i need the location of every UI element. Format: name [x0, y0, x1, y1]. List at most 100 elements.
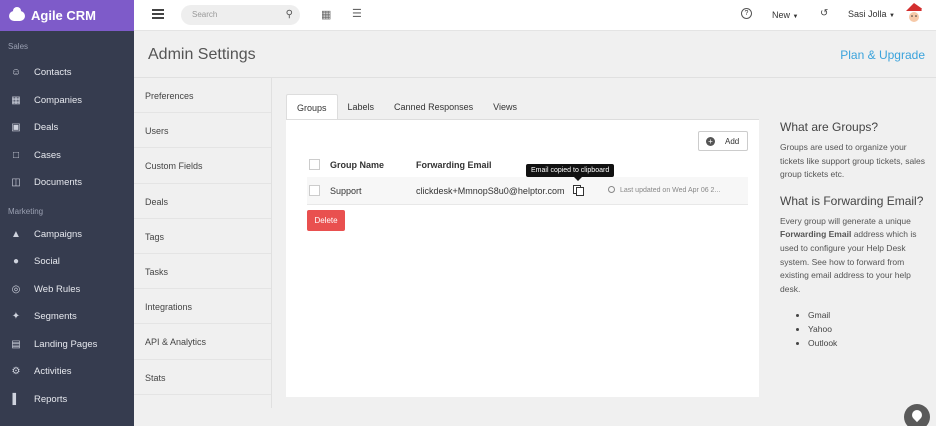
- settings-nav-api-analytics[interactable]: API & Analytics: [134, 324, 271, 360]
- add-group-button[interactable]: + Add: [698, 131, 748, 151]
- brand-logo[interactable]: Agile CRM: [0, 0, 134, 31]
- caret-down-icon: ▼: [889, 13, 895, 19]
- divider: [307, 204, 748, 205]
- sidebar-item-label: Cases: [34, 149, 61, 161]
- calendar-icon[interactable]: ▦: [321, 8, 331, 21]
- new-menu-button[interactable]: New ▼: [772, 10, 798, 20]
- user-icon: ☺: [10, 67, 22, 79]
- help-groups-title: What are Groups?: [780, 120, 879, 134]
- sitemap-icon: ▲: [11, 228, 21, 240]
- cloud-icon: [9, 6, 25, 21]
- menu-toggle-icon[interactable]: [152, 9, 164, 19]
- clock-icon: [608, 186, 615, 193]
- top-bar: Search ⚲ ▦ ☰ ? New ▼ ↺ Sasi Jolla ▼: [134, 0, 936, 31]
- settings-nav-custom-fields[interactable]: Custom Fields: [134, 148, 271, 184]
- row-checkbox[interactable]: [309, 185, 320, 196]
- select-all-checkbox[interactable]: [309, 159, 320, 170]
- sidebar-item-label: Deals: [34, 122, 59, 134]
- sidebar-item-label: Web Rules: [34, 283, 81, 295]
- help-forwarding-title: What is Forwarding Email?: [780, 193, 924, 208]
- help-panel: What are Groups? Groups are used to orga…: [780, 120, 930, 350]
- sidebar-item-label: Companies: [34, 94, 83, 106]
- column-header-forwarding-email: Forwarding Email: [416, 160, 492, 170]
- money-icon: ▣: [11, 122, 21, 134]
- copy-icon[interactable]: [573, 185, 584, 196]
- plus-icon: +: [706, 136, 715, 146]
- add-button-label: Add: [725, 136, 740, 146]
- tab-views[interactable]: Views: [483, 94, 527, 120]
- list-item: Yahoo: [808, 322, 930, 336]
- sidebar-item-label: Documents: [34, 177, 83, 189]
- sidebar-section-sales: Sales: [8, 42, 29, 51]
- sidebar-item-label: Contacts: [34, 67, 72, 79]
- user-menu-button[interactable]: Sasi Jolla ▼: [848, 9, 895, 19]
- sidebar-item-companies[interactable]: ▦ Companies: [0, 87, 134, 115]
- groups-panel: + Add Group Name Forwarding Email Suppor…: [286, 120, 759, 397]
- sidebar: Agile CRM Sales ☺ Contacts ▦ Companies ▣…: [0, 0, 134, 426]
- provider-list: Gmail Yahoo Outlook: [780, 308, 930, 350]
- sidebar-item-web-rules[interactable]: ◎ Web Rules: [0, 276, 134, 304]
- plan-upgrade-link[interactable]: Plan & Upgrade: [840, 48, 925, 62]
- sidebar-item-deals[interactable]: ▣ Deals: [0, 114, 134, 142]
- settings-nav-tags[interactable]: Tags: [134, 219, 271, 254]
- tab-labels[interactable]: Labels: [338, 94, 385, 120]
- group-name-cell[interactable]: Support: [330, 186, 362, 196]
- settings-nav-integrations[interactable]: Integrations: [134, 289, 271, 325]
- settings-nav: Preferences Users Custom Fields Deals Ta…: [134, 78, 272, 408]
- user-name: Sasi Jolla: [848, 9, 887, 19]
- delete-button[interactable]: Delete: [307, 210, 345, 231]
- settings-nav-tasks[interactable]: Tasks: [134, 254, 271, 290]
- forwarding-email-emphasis: Forwarding Email: [780, 229, 852, 240]
- sidebar-item-documents[interactable]: ◫ Documents: [0, 169, 134, 197]
- page-title: Admin Settings: [148, 46, 256, 63]
- sidebar-item-label: Campaigns: [34, 228, 83, 240]
- globe-icon: ◎: [11, 283, 21, 295]
- building-icon: ▦: [11, 94, 21, 106]
- sidebar-item-activities[interactable]: ⚙ Activities: [0, 358, 134, 386]
- column-header-group-name[interactable]: Group Name: [330, 160, 384, 170]
- crosshair-icon: ✦: [11, 311, 21, 323]
- list-item: Gmail: [808, 308, 930, 322]
- settings-nav-preferences[interactable]: Preferences: [134, 78, 271, 114]
- sidebar-item-segments[interactable]: ✦ Segments: [0, 303, 134, 331]
- sidebar-item-label: Activities: [34, 366, 72, 378]
- sidebar-item-cases[interactable]: □ Cases: [0, 142, 134, 170]
- sidebar-item-social[interactable]: ● Social: [0, 248, 134, 276]
- tab-groups[interactable]: Groups: [286, 94, 338, 120]
- page-icon: ▤: [11, 338, 21, 350]
- tab-bar: Groups Labels Canned Responses Views: [286, 94, 527, 120]
- new-menu-label: New: [772, 10, 791, 20]
- list-item: Outlook: [808, 336, 930, 350]
- search-icon[interactable]: ⚲: [286, 9, 293, 20]
- help-icon[interactable]: ?: [741, 8, 752, 19]
- search-placeholder: Search: [192, 10, 218, 19]
- search-input[interactable]: Search ⚲: [181, 5, 300, 25]
- help-groups-text: Groups are used to organize your tickets…: [780, 142, 926, 180]
- chat-bubble-icon[interactable]: [904, 404, 930, 426]
- last-updated-text: Last updated on Wed Apr 06 2...: [608, 186, 720, 194]
- sidebar-section-marketing: Marketing: [8, 206, 44, 216]
- settings-nav-stats[interactable]: Stats: [134, 360, 271, 395]
- caret-down-icon: ▼: [792, 14, 799, 20]
- tab-canned-responses[interactable]: Canned Responses: [384, 94, 483, 120]
- settings-nav-users[interactable]: Users: [134, 113, 271, 149]
- avatar[interactable]: [900, 1, 928, 29]
- forwarding-email-cell: clickdesk+MmnopS8u0@helptor.com: [416, 186, 565, 196]
- sidebar-item-reports[interactable]: ▌ Reports: [0, 386, 134, 414]
- document-icon: ◫: [11, 177, 21, 189]
- history-icon[interactable]: ↺: [820, 8, 828, 19]
- last-updated-value: Last updated on Wed Apr 06 2...: [620, 187, 721, 194]
- sidebar-item-label: Social: [34, 256, 60, 268]
- sidebar-item-label: Reports: [34, 393, 68, 405]
- sidebar-item-campaigns[interactable]: ▲ Campaigns: [0, 221, 134, 249]
- brand-name: Agile CRM: [31, 8, 96, 23]
- sidebar-item-label: Landing Pages: [34, 338, 98, 350]
- sidebar-item-contacts[interactable]: ☺ Contacts: [0, 59, 134, 87]
- sidebar-item-label: Segments: [34, 311, 77, 323]
- help-forwarding-text: Every group will generate a unique Forwa…: [780, 215, 917, 294]
- chat-icon: ●: [12, 256, 20, 268]
- settings-nav-deals[interactable]: Deals: [134, 184, 271, 219]
- list-icon[interactable]: ☰: [352, 7, 362, 20]
- sidebar-item-landing-pages[interactable]: ▤ Landing Pages: [0, 331, 134, 359]
- cogs-icon: ⚙: [11, 366, 21, 378]
